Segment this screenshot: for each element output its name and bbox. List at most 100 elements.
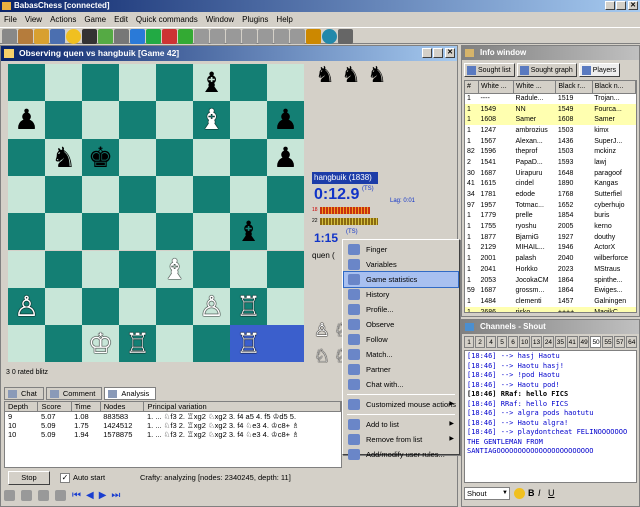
sought-row[interactable]: 82 1596 theprof 1503 mckinz xyxy=(465,146,636,157)
game-maximize-icon[interactable] xyxy=(433,48,443,58)
channel-tab-55[interactable]: 55 xyxy=(602,336,614,348)
square-b3[interactable] xyxy=(45,250,82,288)
black-knight[interactable]: ♞ xyxy=(45,139,82,176)
layout-icon-2[interactable] xyxy=(210,29,225,44)
analysis-col-header[interactable]: Principal variation xyxy=(143,402,341,412)
menu-actions[interactable]: Actions xyxy=(50,13,76,26)
sought-row[interactable]: 1 2129 MIHAIL... 1946 ActorX xyxy=(465,243,636,254)
square-a3[interactable] xyxy=(8,250,45,288)
square-g6[interactable] xyxy=(230,138,267,176)
white-bishop[interactable]: ♝ xyxy=(156,251,193,288)
menu-window[interactable]: Window xyxy=(206,13,234,26)
channel-tab-24[interactable]: 24 xyxy=(542,336,554,348)
stop-button[interactable]: Stop xyxy=(8,471,50,485)
black-bishop[interactable]: ♝ xyxy=(230,213,267,250)
menu-view[interactable]: View xyxy=(25,13,42,26)
sought-col-header[interactable]: Black r... xyxy=(555,81,593,94)
layout-icon-3[interactable] xyxy=(226,29,241,44)
check-icon[interactable] xyxy=(146,29,161,44)
last-move-icon[interactable]: ⏭ xyxy=(111,490,120,501)
prev-move-icon[interactable]: ◀ xyxy=(86,490,94,501)
autostart-checkbox[interactable]: ✓ xyxy=(60,473,70,483)
square-h3[interactable] xyxy=(267,250,304,288)
square-g5[interactable] xyxy=(230,175,267,214)
menu-item-finger[interactable]: Finger xyxy=(344,242,458,257)
square-h4[interactable] xyxy=(267,213,304,251)
sought-row[interactable]: 1 1247 ambrozius 1503 kimx xyxy=(465,125,636,136)
square-d3[interactable] xyxy=(119,250,156,288)
info-icon[interactable] xyxy=(130,29,145,44)
close-icon[interactable]: ✕ xyxy=(628,1,638,10)
layout-icon-1[interactable] xyxy=(194,29,209,44)
square-c5[interactable] xyxy=(82,175,119,214)
sought-row[interactable]: 2 1541 PapaD... 1593 lawj xyxy=(465,157,636,168)
save-icon[interactable] xyxy=(55,489,66,501)
tools-icon[interactable] xyxy=(306,29,321,44)
connect-icon[interactable] xyxy=(2,29,17,44)
square-e6[interactable] xyxy=(156,138,193,176)
square-h8[interactable] xyxy=(267,64,304,102)
black-bishop[interactable]: ♝ xyxy=(193,64,230,101)
maximize-icon[interactable] xyxy=(616,1,626,10)
board-icon[interactable] xyxy=(18,29,33,44)
smiley-icon[interactable] xyxy=(66,29,81,44)
sought-col-header[interactable]: White ... xyxy=(478,81,515,94)
info-tab-sought-list[interactable]: Sought list xyxy=(464,63,515,77)
channel-tab-2[interactable]: 2 xyxy=(475,336,485,348)
analysis-col-header[interactable]: Depth xyxy=(5,402,39,412)
people-icon[interactable] xyxy=(98,29,113,44)
sought-col-header[interactable]: # xyxy=(465,81,479,94)
square-f6[interactable] xyxy=(193,138,230,176)
tab-analysis[interactable]: Analysis xyxy=(104,387,157,400)
sought-row[interactable]: 1 2001 palash 2040 wilberforce xyxy=(465,253,636,264)
square-e1[interactable] xyxy=(156,325,193,363)
channel-tab-41[interactable]: 41 xyxy=(566,336,578,348)
square-f4[interactable] xyxy=(193,213,230,251)
square-g3[interactable] xyxy=(230,250,267,288)
seek-icon[interactable] xyxy=(34,29,49,44)
square-b4[interactable] xyxy=(45,213,82,251)
menu-item-partner[interactable]: Partner xyxy=(344,362,458,377)
square-b2[interactable] xyxy=(45,287,82,326)
menu-item-chat-with[interactable]: Chat with... xyxy=(344,377,458,392)
square-g7[interactable] xyxy=(230,101,267,139)
square-b1[interactable] xyxy=(45,325,82,363)
analysis-row[interactable]: 9 5.07 1.08 883583 1. ... ♘f3 2. ♖xg2 ♘xg2 3… xyxy=(5,412,341,421)
square-b5[interactable] xyxy=(45,175,82,214)
menu-item-match[interactable]: Match... xyxy=(344,347,458,362)
layout-icon-4[interactable] xyxy=(242,29,257,44)
white-pawn[interactable]: ♙ xyxy=(193,288,230,325)
square-e2[interactable] xyxy=(156,287,193,326)
menu-file[interactable]: File xyxy=(4,13,17,26)
flag-icon[interactable] xyxy=(178,29,193,44)
menu-quick-commands[interactable]: Quick commands xyxy=(136,13,198,26)
black-pawn[interactable]: ♟ xyxy=(267,139,304,176)
channel-tab-10[interactable]: 10 xyxy=(519,336,530,348)
sought-col-header[interactable]: White ... xyxy=(513,81,557,94)
menu-edit[interactable]: Edit xyxy=(114,13,128,26)
menu-item-profile[interactable]: Profile... xyxy=(344,302,458,317)
channel-tab-50[interactable]: 50 xyxy=(590,336,602,348)
square-a5[interactable] xyxy=(8,175,45,214)
black-pawn[interactable]: ♟ xyxy=(267,101,304,138)
square-f5[interactable] xyxy=(193,175,230,214)
info-tab-sought-graph[interactable]: Sought graph xyxy=(516,63,577,77)
sought-row[interactable]: 1 1755 ryoshu 2005 kerno xyxy=(465,221,636,232)
channel-tab-1[interactable]: 1 xyxy=(464,336,474,348)
channel-tab-5[interactable]: 5 xyxy=(497,336,507,348)
sought-row[interactable]: 1 1549 NN 1549 Fourca... xyxy=(465,103,636,115)
analysis-col-header[interactable]: Time xyxy=(71,402,101,412)
sought-row[interactable]: 1 1608 Samer 1608 Samer xyxy=(465,114,636,126)
menu-item-history[interactable]: History xyxy=(344,287,458,302)
analysis-row[interactable]: 10 5.09 1.94 1578875 1. ... ♘f3 2. ♖xg2 ♘xg2… xyxy=(5,430,341,439)
layout-icon-7[interactable] xyxy=(290,29,305,44)
bottom-player-name[interactable]: quen ( xyxy=(312,251,335,260)
flip-icon[interactable] xyxy=(4,489,15,501)
sought-row[interactable]: 1 ---- Radule... 1519 Trojan... xyxy=(465,93,636,104)
analysis-col-header[interactable]: Nodes xyxy=(100,402,145,412)
square-h2[interactable] xyxy=(267,287,304,326)
square-a8[interactable] xyxy=(8,64,45,102)
menu-item-remove-from-list[interactable]: Remove from list ▶ xyxy=(344,432,458,447)
square-a4[interactable] xyxy=(8,213,45,251)
menu-item-game-statistics[interactable]: Game statistics xyxy=(343,271,459,288)
